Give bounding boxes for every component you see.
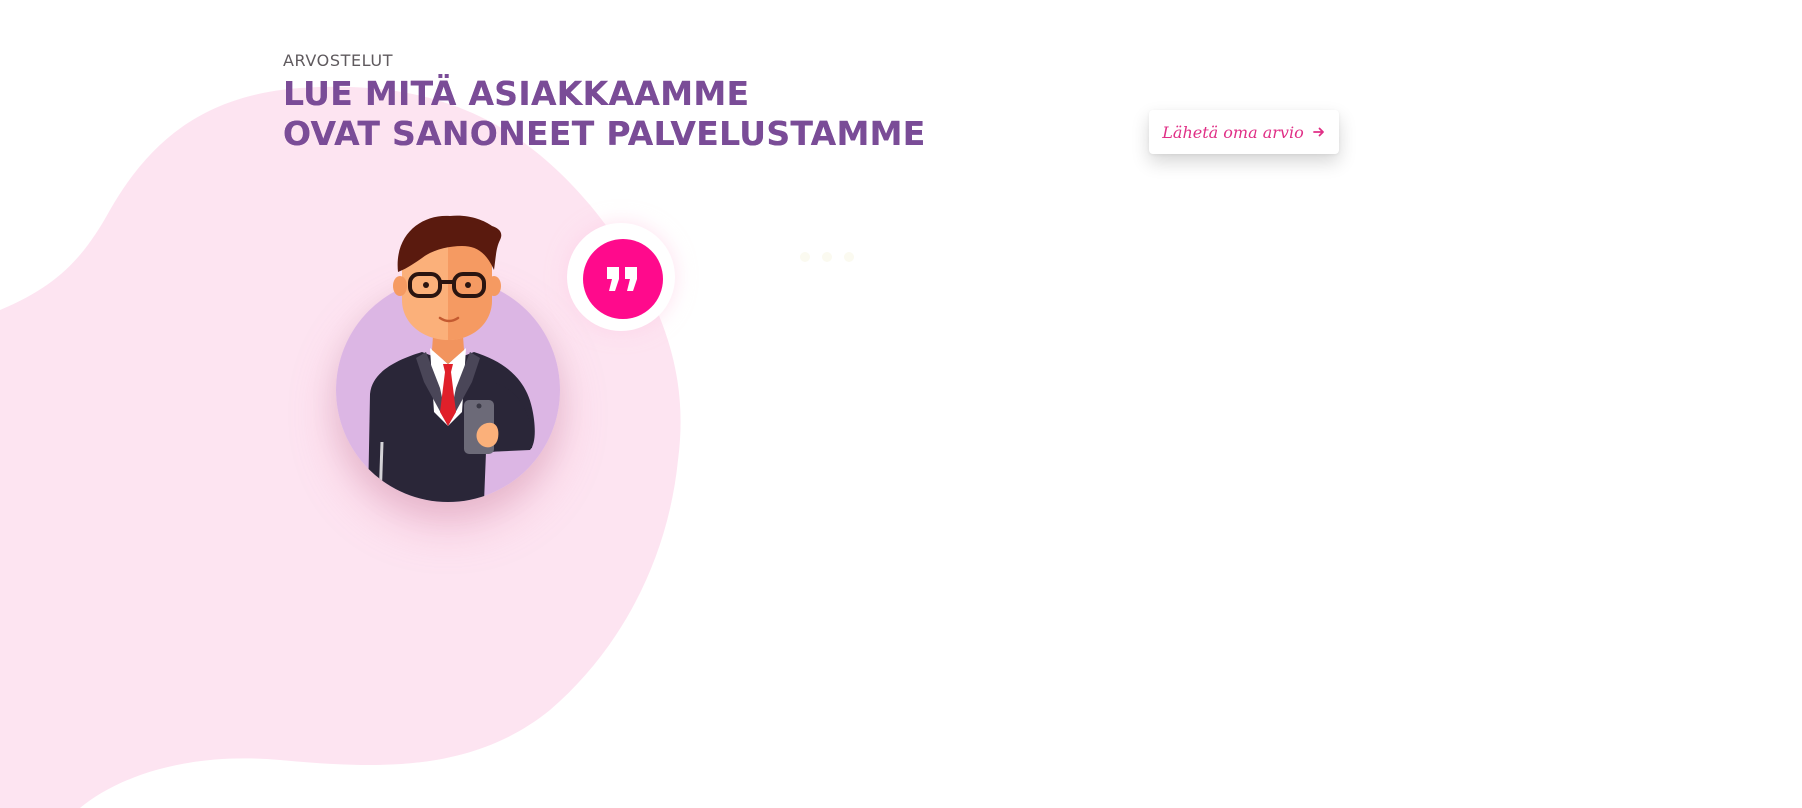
- rating-dot: [844, 252, 854, 262]
- quote-badge-inner: [583, 239, 663, 319]
- rating-dot: [822, 252, 832, 262]
- section-heading: LUE MITÄ ASIAKKAAMME OVAT SANONEET PALVE…: [283, 74, 926, 154]
- quote-badge: [567, 223, 675, 331]
- arrow-right-icon: [1312, 127, 1324, 137]
- rating-dot: [800, 252, 810, 262]
- reviews-section: ARVOSTELUT LUE MITÄ ASIAKKAAMME OVAT SAN…: [0, 0, 1802, 808]
- heading-line-2: OVAT SANONEET PALVELUSTAMME: [283, 114, 926, 153]
- rating-dots: [800, 252, 854, 262]
- quote-icon: [607, 267, 637, 291]
- section-eyebrow: ARVOSTELUT: [283, 51, 394, 70]
- heading-line-1: LUE MITÄ ASIAKKAAMME: [283, 74, 750, 113]
- businessman-avatar: [336, 215, 560, 502]
- send-review-label: Lähetä oma arvio: [1162, 122, 1304, 142]
- send-review-button[interactable]: Lähetä oma arvio: [1149, 110, 1339, 154]
